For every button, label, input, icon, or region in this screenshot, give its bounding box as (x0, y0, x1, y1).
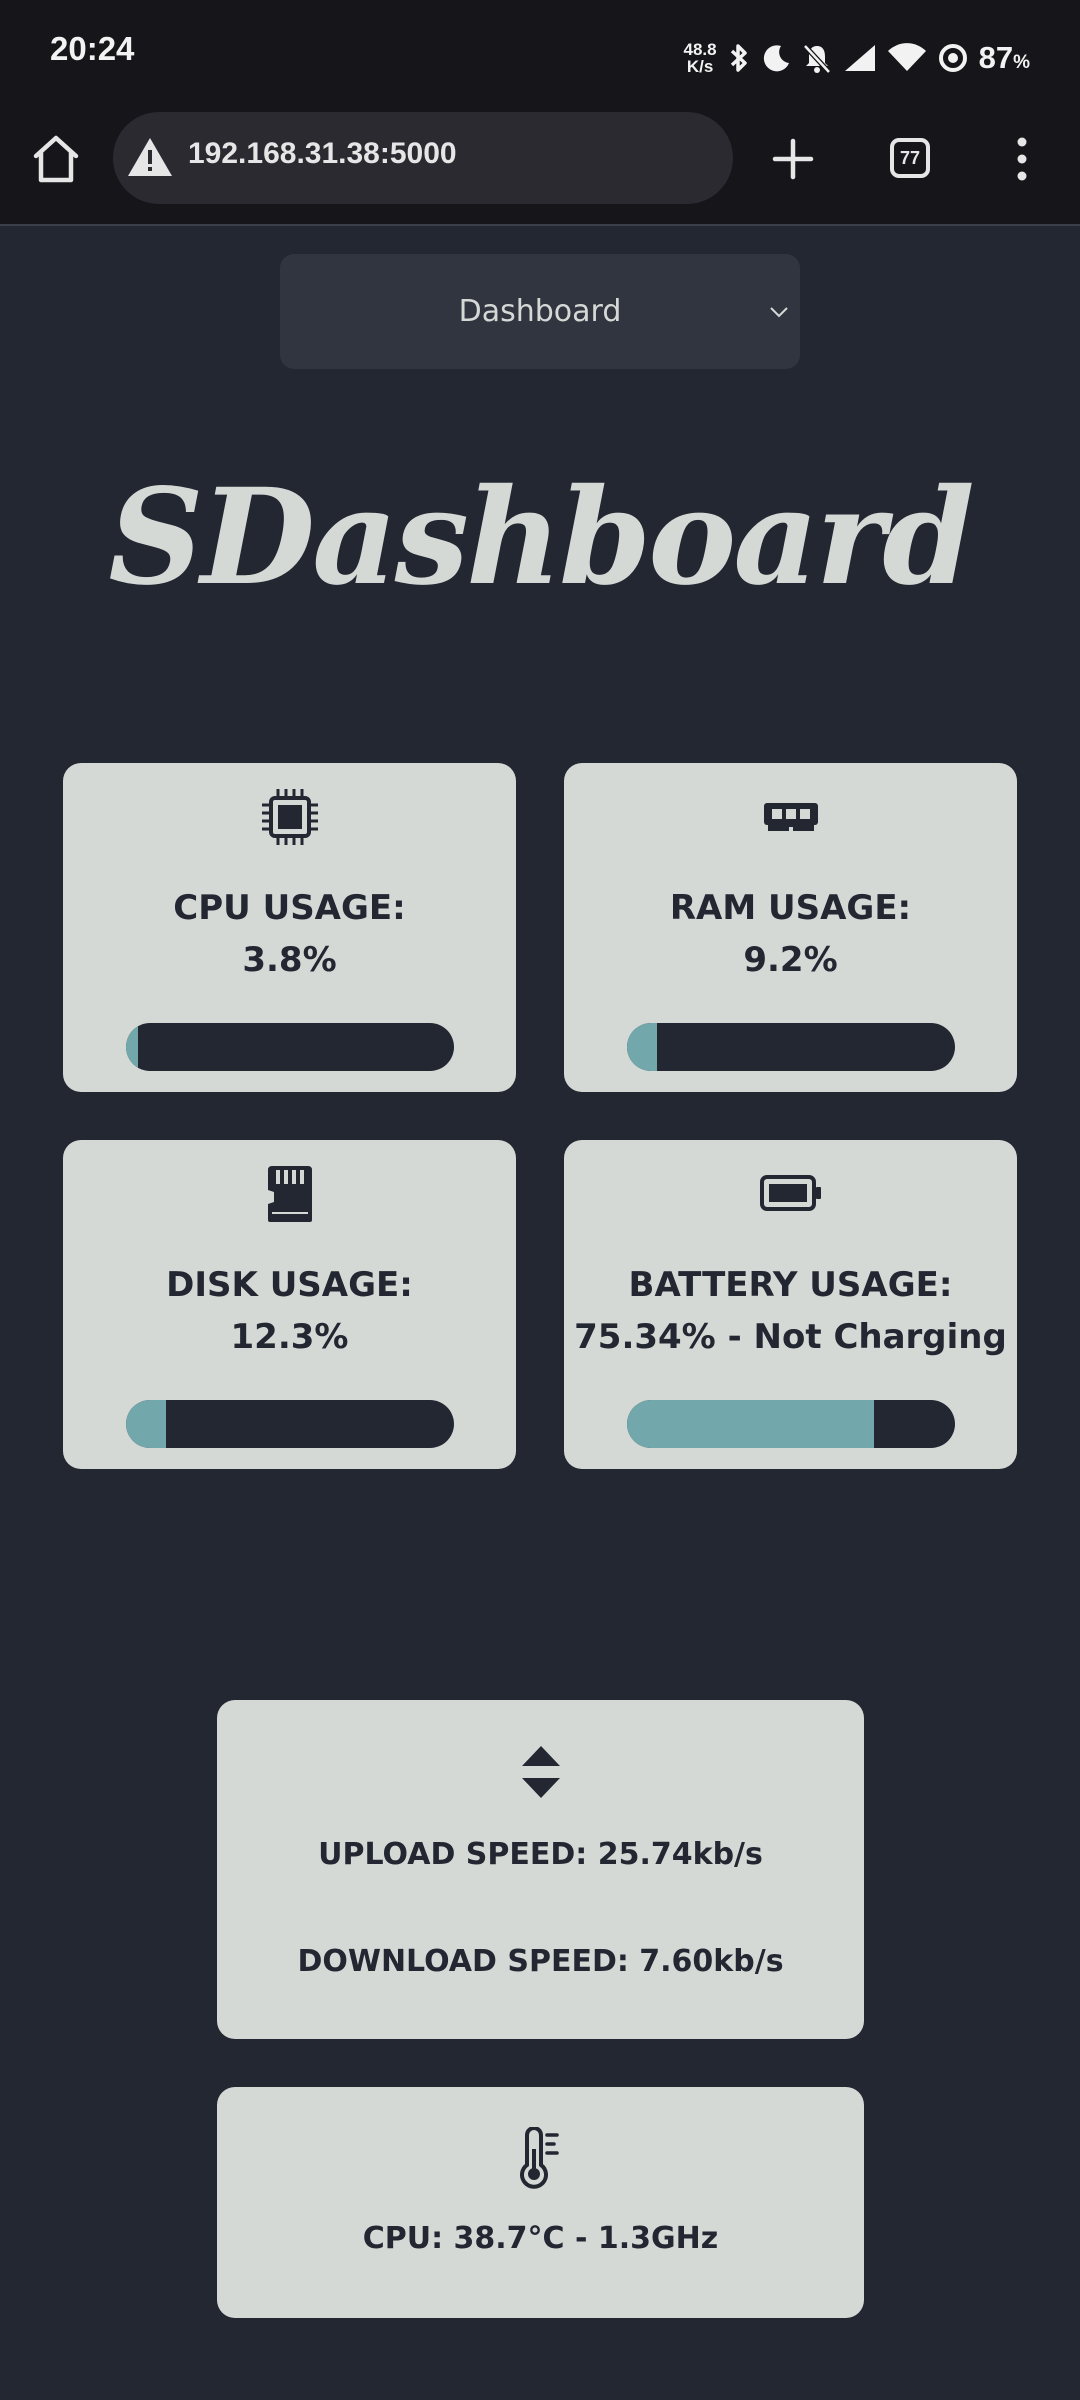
status-icons: 48.8 K/s 87% (684, 36, 1030, 80)
cpu-temperature-text: CPU: 38.7°C - 1.3GHz (362, 2221, 719, 2256)
net-speed-value: 48.8 (683, 40, 717, 59)
page-select-dropdown[interactable]: Dashboard (280, 254, 800, 369)
upload-speed-text: UPLOAD SPEED: 25.74kb/s (318, 1837, 763, 1872)
ram-usage-value: 9.2% (743, 940, 838, 980)
battery-percent-sign: % (1013, 52, 1030, 73)
net-speed-unit: K/s (686, 57, 714, 76)
ram-usage-progress-bar (627, 1023, 955, 1071)
battery-percent: 87 (978, 40, 1014, 75)
page-logo: SDashboard (108, 460, 974, 615)
cpu-temperature-card: CPU: 38.7°C - 1.3GHz (217, 2087, 864, 2318)
cpu-usage-label: CPU USAGE: (173, 888, 406, 928)
disk-usage-progress-fill (126, 1400, 167, 1448)
disk-usage-progress-bar (126, 1400, 454, 1448)
cpu-usage-progress-bar (126, 1023, 454, 1071)
do-not-disturb-moon-icon (763, 45, 789, 72)
battery-usage-label: BATTERY USAGE: (628, 1265, 953, 1305)
cpu-usage-card: CPU USAGE: 3.8% (63, 763, 516, 1092)
battery-icon (759, 1175, 821, 1211)
download-speed-text: DOWNLOAD SPEED: 7.60kb/s (297, 1944, 784, 1979)
more-options-icon[interactable] (1012, 136, 1032, 182)
up-down-arrows-icon (521, 1746, 560, 1798)
sd-card-icon (267, 1166, 312, 1222)
ram-module-icon (763, 803, 818, 833)
warning-icon[interactable] (127, 136, 173, 178)
cellular-signal-icon (844, 45, 875, 71)
cpu-chip-icon (261, 789, 318, 845)
thermometer-icon (519, 2127, 559, 2189)
cpu-usage-progress-fill (126, 1023, 139, 1071)
tab-switcher-button[interactable]: 77 (890, 138, 930, 178)
new-tab-button[interactable] (772, 138, 814, 180)
battery-ring-icon (938, 44, 967, 72)
browser-toolbar: 192.168.31.38:5000 77 (0, 110, 1080, 226)
disk-usage-label: DISK USAGE: (166, 1265, 413, 1305)
battery-usage-progress-bar (627, 1400, 955, 1448)
battery-level: 87% (979, 40, 1030, 76)
cpu-usage-value: 3.8% (242, 940, 337, 980)
status-time: 20:24 (50, 30, 135, 67)
address-bar[interactable]: 192.168.31.38:5000 (113, 112, 733, 204)
battery-usage-progress-fill (627, 1400, 875, 1448)
disk-usage-value: 12.3% (230, 1317, 349, 1357)
page-select-value: Dashboard (458, 294, 622, 329)
ram-usage-label: RAM USAGE: (669, 888, 912, 928)
ram-usage-progress-fill (627, 1023, 658, 1071)
network-speed-card: UPLOAD SPEED: 25.74kb/s DOWNLOAD SPEED: … (217, 1700, 864, 2039)
home-button[interactable] (32, 134, 80, 184)
battery-usage-value: 75.34% - Not Charging (574, 1317, 1007, 1357)
disk-usage-card: DISK USAGE: 12.3% (63, 1140, 516, 1469)
wifi-icon (887, 43, 926, 71)
network-speed-indicator: 48.8 K/s (684, 41, 717, 75)
bluetooth-icon (730, 44, 747, 72)
muted-bell-icon (802, 44, 831, 74)
battery-usage-card: BATTERY USAGE: 75.34% - Not Charging (564, 1140, 1017, 1469)
status-bar: 20:24 48.8 K/s 87% (0, 0, 1080, 110)
ram-usage-card: RAM USAGE: 9.2% (564, 763, 1017, 1092)
chevron-down-icon (770, 307, 788, 318)
url-text[interactable]: 192.168.31.38:5000 (188, 137, 457, 171)
